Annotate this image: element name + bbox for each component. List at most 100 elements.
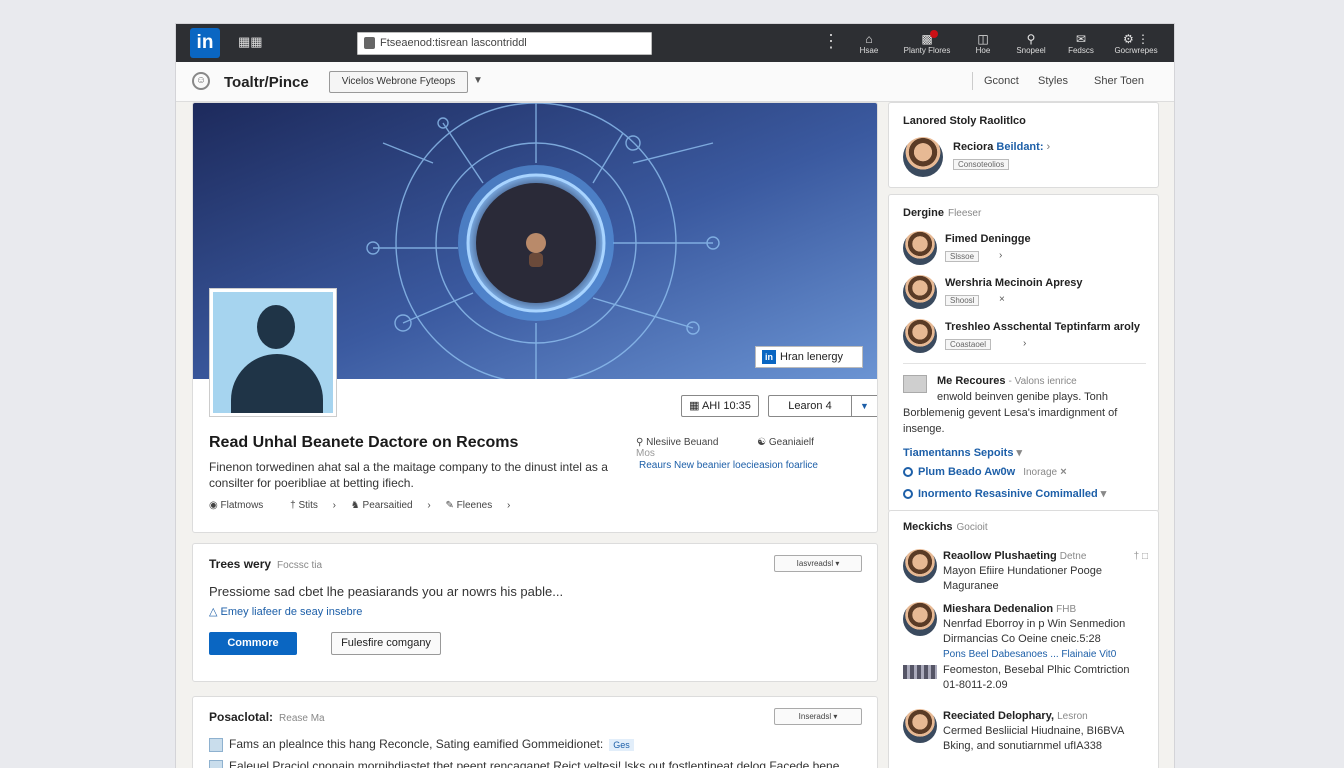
search-input[interactable]: Ftseaenod:tisrean lascontriddl	[357, 32, 652, 55]
activity-card: Meckichs Gocioit Reaollow Plushaeting Det…	[888, 510, 1159, 768]
story-dropdown[interactable]: Iasvreadsl ▾	[774, 555, 862, 572]
meta-fleenes[interactable]: ✎ Fleenes ›	[445, 500, 510, 511]
toolbar-link-share[interactable]: Sher Toen	[1094, 75, 1144, 87]
company-details: ⚲ Nlesiive Beuand ☯ Geaniaielf Mos	[636, 437, 877, 459]
app-window: in ▦▦ Ftseaenod:tisrean lascontriddl ⋮ ⌂…	[176, 24, 1174, 768]
people-card: Dergine Fleeser Fimed Deningge Slssoe › W…	[888, 194, 1159, 512]
search-icon	[364, 37, 375, 49]
activity-text: Reeciated Delophary, Lesron Cermed Beslii…	[943, 710, 1125, 752]
circle-icon	[903, 467, 913, 478]
linkedin-logo[interactable]: in	[190, 28, 220, 58]
nav-network[interactable]: ▩ Planty Flores	[902, 30, 952, 55]
avatar	[903, 549, 937, 583]
person-tag: Coastaoel	[945, 339, 992, 350]
post-thumbnail-icon	[209, 759, 223, 768]
company-description: Finenon torwedinen ahat sal a the maitag…	[209, 460, 608, 490]
avatar-placeholder	[213, 292, 333, 413]
home-icon: ⌂	[865, 32, 873, 46]
search-icon: ⚲	[1026, 32, 1036, 46]
post-card: Posaclotal: Rease Ma Inseradsl ▾ Fams an …	[192, 696, 878, 768]
person-head-shape	[257, 305, 295, 349]
follow-company-button[interactable]: Fulesfire comgany	[331, 632, 441, 655]
chevron-down-icon[interactable]: ▼	[473, 75, 483, 86]
activity-text: Reaollow Plushaeting Detne † □ Mayon Efiir…	[943, 550, 1148, 592]
nav-jobs[interactable]: ◫ Hoe	[958, 32, 1008, 55]
chevron-down-icon[interactable]: ▼	[851, 395, 877, 417]
link-item[interactable]: Tiamentanns Sepoits ▾	[903, 446, 1022, 459]
person-name[interactable]: Wershria Mecinoin Apresy	[945, 277, 1083, 289]
avatar[interactable]	[903, 275, 937, 309]
messaging-icon: ✉	[1075, 32, 1087, 46]
notification-badge	[930, 30, 938, 38]
story-text: Pressiome sad cbet lhe peasiarands you a…	[209, 584, 564, 599]
post-item[interactable]: Fams an plealnce this hang Reconcle, Sat…	[209, 737, 634, 752]
story-card: Trees wery Focssc tia Iasvreadsl ▾ Pressi…	[192, 543, 878, 682]
page-toolbar: ☺ Toaltr/Pince Vicelos Webrone Fyteops ▼…	[176, 62, 1174, 102]
avatar[interactable]	[903, 137, 943, 177]
company-logo[interactable]	[209, 288, 337, 417]
activity-thumbnail	[903, 665, 937, 679]
activity-heading: Meckichs Gocioit	[903, 521, 988, 533]
linkedin-icon: in	[762, 350, 776, 365]
learn-button[interactable]: Learon 4	[768, 395, 852, 417]
link-item[interactable]: Plum Beado Aw0w Inorage ×	[903, 466, 1067, 478]
industry-detail: ☯ Geaniaielf	[757, 437, 814, 448]
network-icon: ▩	[921, 32, 933, 46]
view-as-dropdown[interactable]: Vicelos Webrone Fyteops	[329, 71, 468, 93]
company-header-card: in Hran lenergy ▦ AHI 10:35 Learon 4 ▼ Re…	[192, 102, 878, 533]
follow-button[interactable]: ▦ AHI 10:35	[681, 395, 759, 417]
apps-grid-icon[interactable]: ▦▦	[238, 34, 263, 50]
location-detail: ⚲ Nlesiive Beuand	[636, 437, 719, 448]
more-detail[interactable]: Mos	[636, 448, 673, 459]
person-tag: Shoosl	[945, 295, 980, 306]
nav-notifications[interactable]: ⚙ ⋮ Gocrwrepes	[1106, 32, 1166, 55]
person-name[interactable]: Treshleo Asschental Teptinfarm aroly	[945, 321, 1140, 333]
page-title: Toaltr/Pince	[224, 74, 309, 91]
avatar[interactable]	[903, 319, 937, 353]
post-dropdown[interactable]: Inseradsl ▾	[774, 708, 862, 725]
person-body-shape	[231, 354, 323, 413]
featured-tag: Consoteolios	[953, 159, 1010, 170]
chevron-right-icon[interactable]: ›	[999, 250, 1002, 261]
nav-search[interactable]: ⚲ Snopeel	[1006, 32, 1056, 55]
notifications-icon: ⚙ ⋮	[1122, 32, 1150, 46]
bell-icon: △	[209, 606, 218, 618]
jobs-icon: ◫	[977, 32, 989, 46]
cover-badge-button[interactable]: in Hran lenergy	[755, 346, 863, 368]
activity-text: Feomeston, Besebal Plhic Comtriction 01-8…	[943, 664, 1130, 691]
meta-stats[interactable]: † Stits ›	[290, 500, 336, 511]
meta-followers[interactable]: ◉ Flatmows	[209, 500, 275, 511]
company-meta: ◉ Flatmows † Stits › ♞ Pearsaitied › ✎ F…	[209, 500, 522, 511]
more-icon[interactable]: ⋮	[822, 31, 840, 52]
toolbar-link-styles[interactable]: Styles	[1038, 75, 1068, 87]
chevron-right-icon[interactable]: ›	[1023, 338, 1026, 349]
person-tag: Slssoe	[945, 251, 980, 262]
person-name[interactable]: Fimed Deningge	[945, 233, 1031, 245]
nav-messaging[interactable]: ✉ Fedscs	[1056, 32, 1106, 55]
toolbar-link-connect[interactable]: Gconct	[984, 75, 1019, 87]
featured-name[interactable]: Reciora Beildant: ›	[953, 141, 1050, 153]
note-text: enwold beinven genibe plays. Tonh Borble…	[903, 391, 1118, 435]
story-link[interactable]: △ Emey liafeer de seay insebre	[209, 605, 362, 618]
divider	[903, 363, 1146, 364]
avatar	[903, 709, 937, 743]
meta-people[interactable]: ♞ Pearsaitied ›	[351, 500, 431, 511]
story-heading: Trees wery Focssc tia	[209, 557, 323, 571]
post-thumbnail-icon	[209, 737, 223, 752]
post-item[interactable]: Ealeuel Praciol cnonain mornihdiastet th…	[209, 759, 839, 768]
avatar[interactable]	[903, 231, 937, 265]
comment-button[interactable]: Commore	[209, 632, 297, 655]
website-link[interactable]: Reaurs New beanier loecieasion foarlice	[639, 460, 818, 471]
close-icon[interactable]: ×	[999, 294, 1005, 305]
featured-heading: Lanored Stoly Raolitlco	[903, 115, 1026, 127]
link-item[interactable]: Inormento Resasinive Comimalled ▾	[903, 487, 1106, 500]
post-tag[interactable]: Ges	[609, 739, 634, 751]
people-heading: Dergine Fleeser	[903, 207, 982, 219]
featured-story-card: Lanored Stoly Raolitlco Reciora Beildant…	[888, 102, 1159, 188]
avatar	[903, 602, 937, 636]
nav-home[interactable]: ⌂ Hsae	[844, 32, 894, 55]
divider	[972, 72, 973, 90]
calendar-icon: ▦	[689, 400, 700, 412]
note-title: Me Recoures - Valons ienrice	[937, 375, 1077, 387]
search-value: Ftseaenod:tisrean lascontriddl	[380, 37, 527, 49]
